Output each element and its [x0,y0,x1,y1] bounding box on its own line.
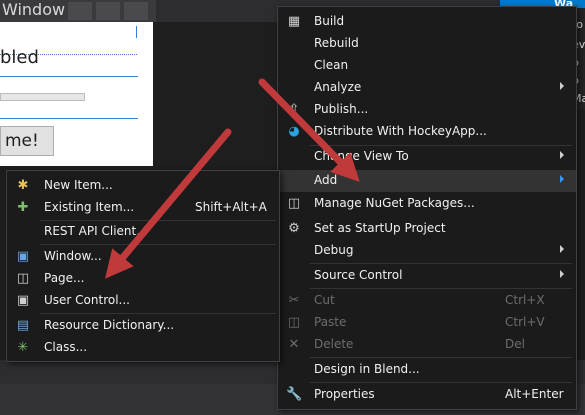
menu-separator [40,313,276,314]
submenu-item-page[interactable]: ◫ Page... [7,268,279,290]
page-icon: ◫ [16,271,30,286]
gear-icon: ⚙ [288,221,300,236]
menu-item-label: New Item... [44,178,113,192]
submenu-item-resource-dictionary[interactable]: ▤ Resource Dictionary... [7,315,279,337]
existing-item-icon: ✚ [17,200,29,215]
menu-item-add[interactable]: Add [278,170,576,192]
menu-item-nuget[interactable]: ◫ Manage NuGet Packages... [278,193,576,215]
menu-item-label: Window... [44,249,102,263]
menu-item-label: Rebuild [314,36,359,50]
menu-item-label: Change View To [314,149,409,163]
minimize-icon [68,2,92,20]
submenu-arrow-icon [560,175,564,183]
add-submenu: ✱ New Item... ✚ Existing Item... Shift+A… [6,170,280,362]
menu-item-shortcut: Ctrl+V [505,315,545,329]
submenu-arrow-icon [560,270,564,278]
publish-icon: ⇧ [288,102,300,117]
designer-titlebar: Window [0,0,156,22]
menu-item-debug[interactable]: Debug [278,240,576,262]
designer-progress-bar[interactable] [0,93,85,101]
menu-item-label: Build [314,14,345,28]
menu-item-label: Paste [314,315,347,329]
user-control-icon: ▣ [16,293,30,308]
menu-item-startup[interactable]: ⚙ Set as StartUp Project [278,218,576,240]
menu-item-label: Resource Dictionary... [44,318,175,332]
submenu-item-window[interactable]: ▣ Window... [7,246,279,268]
submenu-item-existing-item[interactable]: ✚ Existing Item... Shift+Alt+A [7,197,279,219]
menu-item-label: Analyze [314,80,362,94]
window-icon: ▣ [16,249,30,264]
designer-guide-line [0,76,138,77]
submenu-arrow-icon [560,151,564,159]
new-item-icon: ✱ [17,178,29,193]
menu-separator [40,244,276,245]
menu-item-shortcut: Del [505,337,525,351]
menu-item-publish[interactable]: ⇧ Publish... [278,99,576,121]
project-context-menu: ▦ Build Rebuild Clean Analyze ⇧ Publish.… [277,6,577,410]
menu-item-rebuild[interactable]: Rebuild [278,33,576,55]
menu-item-clean[interactable]: Clean [278,55,576,77]
menu-item-analyze[interactable]: Analyze [278,77,576,99]
submenu-item-class[interactable]: ✳ Class... [7,337,279,359]
selection-handle [136,26,137,38]
submenu-item-user-control[interactable]: ▣ User Control... [7,290,279,312]
menu-item-label: Set as StartUp Project [314,221,446,235]
menu-item-delete[interactable]: ✕ Delete Del [278,334,576,356]
menu-item-hockeyapp[interactable]: ◕ Distribute With HockeyApp... [278,121,576,143]
menu-item-shortcut: Shift+Alt+A [195,200,267,214]
menu-separator [310,382,572,383]
submenu-arrow-icon [560,245,564,253]
class-icon: ✳ [17,340,29,355]
nuget-icon: ◫ [287,196,301,211]
menu-item-properties[interactable]: 🔧 Properties Alt+Enter [278,384,576,406]
menu-item-build[interactable]: ▦ Build [278,11,576,33]
submenu-item-rest-api-client[interactable]: REST API Client... [7,221,279,243]
designer-label-enabled[interactable]: bled [0,47,39,68]
menu-item-label: Cut [314,293,335,307]
menu-item-label: Class... [44,340,88,354]
menu-separator [310,288,572,289]
menu-item-label: Distribute With HockeyApp... [314,124,487,138]
menu-item-label: Design in Blend... [314,362,420,376]
delete-icon: ✕ [288,337,300,352]
menu-item-label: Delete [314,337,354,351]
menu-item-label: REST API Client... [44,224,148,238]
scissors-icon: ✂ [288,293,300,308]
menu-item-shortcut: Alt+Enter [505,387,564,401]
menu-item-label: Clean [314,58,349,72]
designer-caption-buttons [66,0,156,22]
menu-item-cut[interactable]: ✂ Cut Ctrl+X [278,290,576,312]
menu-item-label: Manage NuGet Packages... [314,196,475,210]
designer-guide-line [0,118,138,119]
designer-title: Window [2,0,66,19]
build-icon: ▦ [287,14,301,29]
paste-icon: ◫ [287,315,301,330]
menu-separator [310,357,572,358]
submenu-item-new-item[interactable]: ✱ New Item... [7,175,279,197]
maximize-icon [96,2,120,20]
wrench-icon: 🔧 [286,387,303,402]
menu-item-label: Add [314,173,338,187]
menu-item-source-control[interactable]: Source Control [278,265,576,287]
menu-item-label: Existing Item... [44,200,135,214]
menu-item-label: Source Control [314,268,403,282]
hockeyapp-icon: ◕ [288,124,300,139]
resource-dictionary-icon: ▤ [16,318,30,333]
menu-item-change-view[interactable]: Change View To [278,146,576,168]
menu-item-label: User Control... [44,293,130,307]
menu-separator [310,263,572,264]
menu-item-label: Page... [44,271,85,285]
menu-item-design-in-blend[interactable]: Design in Blend... [278,359,576,381]
menu-item-label: Debug [314,243,354,257]
menu-item-paste[interactable]: ◫ Paste Ctrl+V [278,312,576,334]
menu-item-shortcut: Ctrl+X [505,293,545,307]
designer-button-control[interactable]: me! [0,126,54,156]
menu-item-label: Properties [314,387,375,401]
submenu-arrow-icon [560,82,564,90]
designer-window-preview[interactable]: Window bled me! [0,0,156,166]
menu-item-label: Publish... [314,102,369,116]
close-icon [124,2,148,20]
